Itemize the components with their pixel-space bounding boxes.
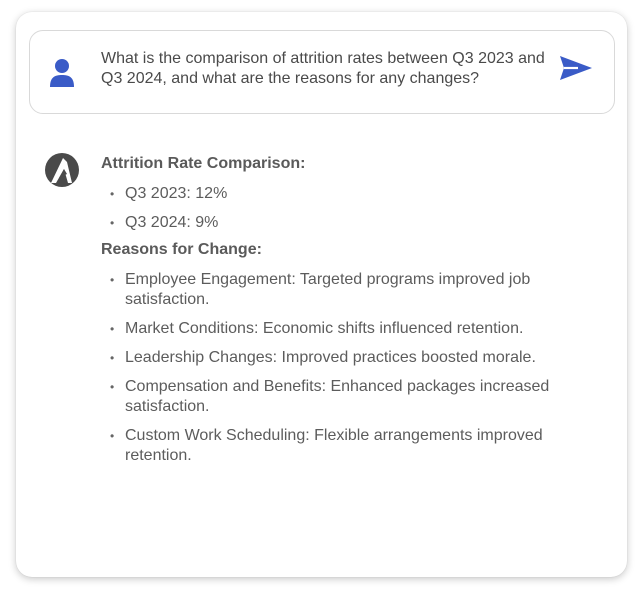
list-item: • Market Conditions: Economic shifts infl… <box>101 319 611 339</box>
list-item-text: Custom Work Scheduling: Flexible arrange… <box>125 427 543 464</box>
list-item: • Custom Work Scheduling: Flexible arrang… <box>101 426 611 466</box>
list-item: • Compensation and Benefits: Enhanced pac… <box>101 377 611 417</box>
prompt-text: What is the comparison of attrition rate… <box>101 50 545 87</box>
list-item: • Employee Engagement: Targeted programs … <box>101 270 611 310</box>
list-item: • Q3 2024: 9% <box>101 213 611 233</box>
bullet-dot: • <box>110 187 115 201</box>
reasons-list: • Employee Engagement: Targeted programs … <box>101 270 611 466</box>
chat-card: What is the comparison of attrition rate… <box>16 12 627 577</box>
heading-attrition-comparison: Attrition Rate Comparison: <box>101 155 306 172</box>
bullet-dot: • <box>110 216 115 230</box>
bullet-dot: • <box>110 351 115 365</box>
list-item-text: Employee Engagement: Targeted programs i… <box>125 271 531 308</box>
list-item-text: Q3 2024: 9% <box>125 214 219 231</box>
list-item-text: Q3 2023: 12% <box>125 185 228 202</box>
prompt-box[interactable]: What is the comparison of attrition rate… <box>29 30 615 114</box>
bullet-dot: • <box>110 380 115 394</box>
heading-reasons: Reasons for Change: <box>101 241 262 258</box>
user-avatar-icon <box>49 57 75 87</box>
assistant-response: Attrition Rate Comparison: • Q3 2023: 12%… <box>101 153 611 472</box>
list-item: • Leadership Changes: Improved practices … <box>101 348 611 368</box>
list-item-text: Leadership Changes: Improved practices b… <box>125 349 536 366</box>
send-button[interactable] <box>556 53 596 83</box>
bullet-dot: • <box>110 322 115 336</box>
assistant-logo-icon <box>44 152 80 188</box>
list-item: • Q3 2023: 12% <box>101 184 611 204</box>
bullet-dot: • <box>110 429 115 443</box>
list-item-text: Compensation and Benefits: Enhanced pack… <box>125 378 550 415</box>
send-icon <box>560 56 592 80</box>
bullet-dot: • <box>110 273 115 287</box>
list-item-text: Market Conditions: Economic shifts influ… <box>125 320 524 337</box>
rates-list: • Q3 2023: 12% • Q3 2024: 9% <box>101 184 611 233</box>
